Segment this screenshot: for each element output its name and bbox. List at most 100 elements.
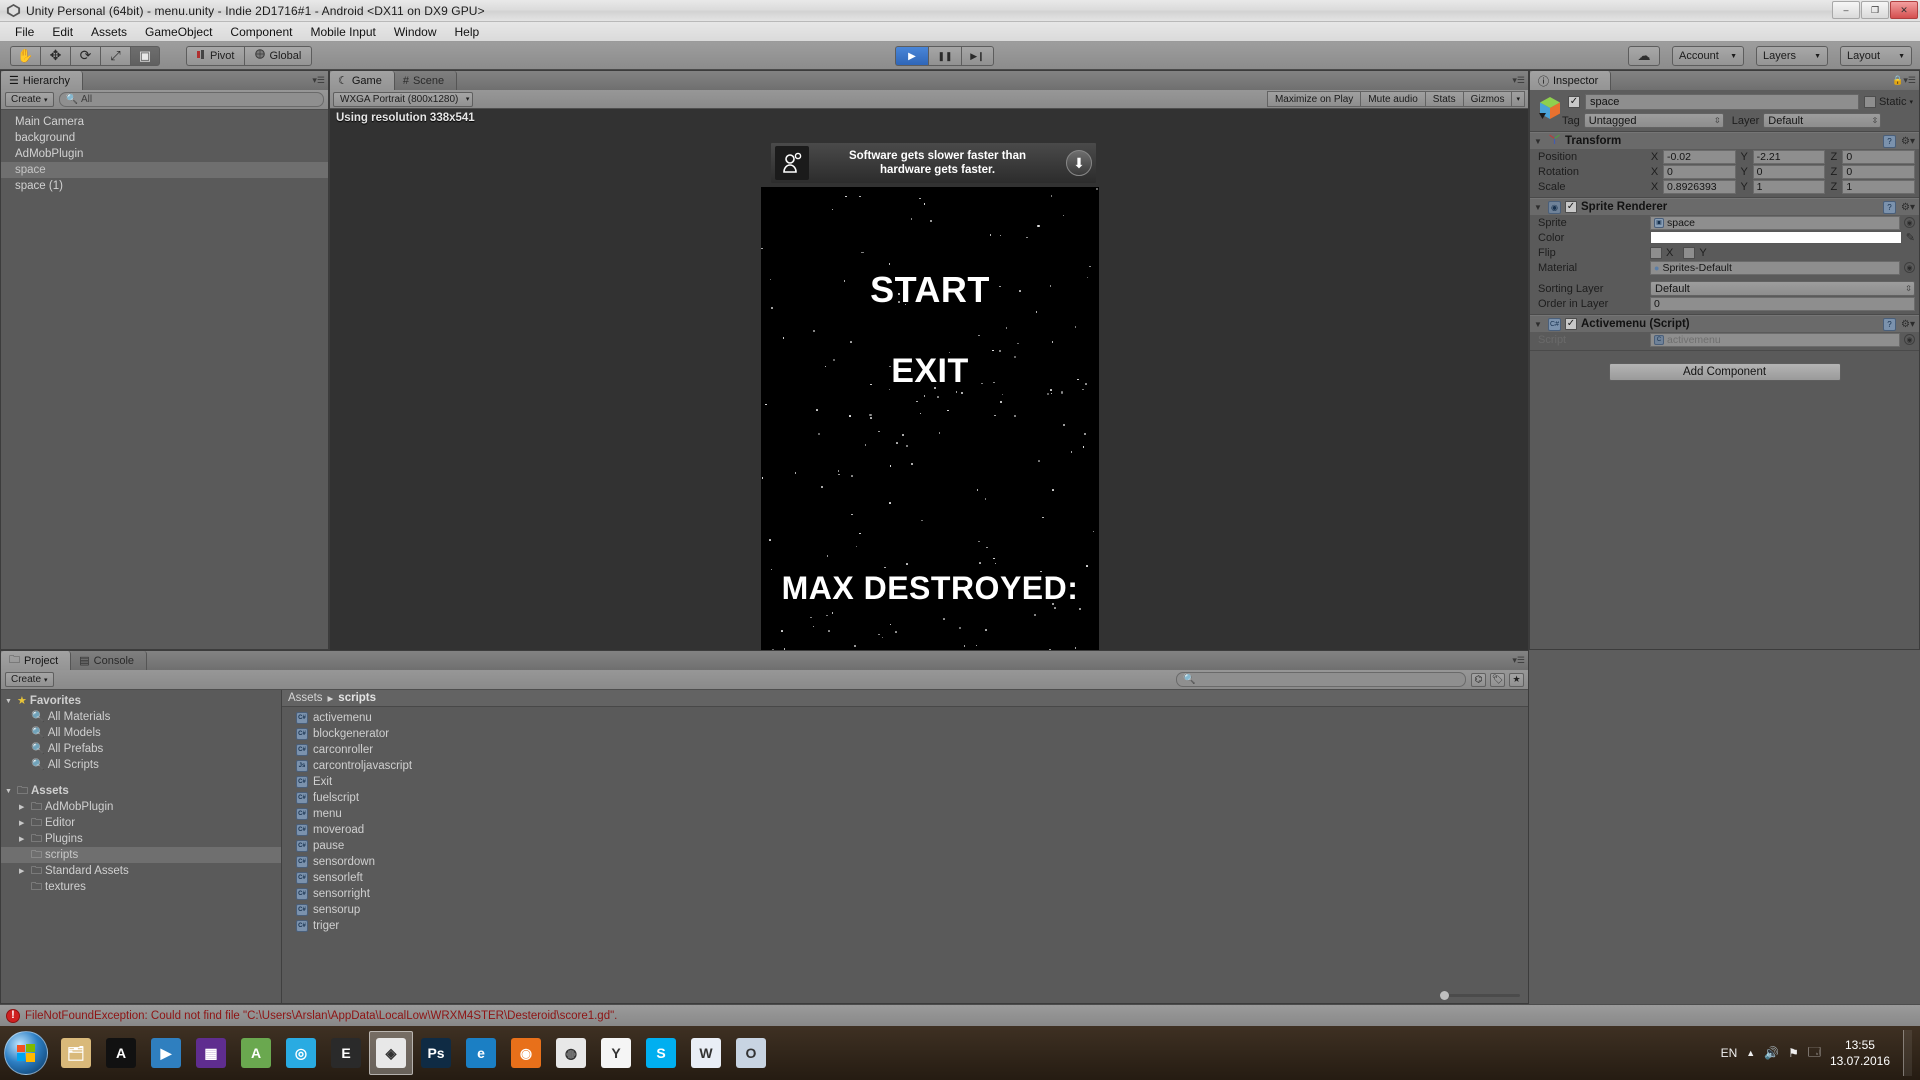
collapse-triangle-icon[interactable]: ▼ (5, 698, 14, 705)
project-tree-item-standard-assets[interactable]: ▶🗀Standard Assets (1, 863, 281, 879)
breadcrumb-root[interactable]: Assets (288, 692, 323, 704)
taskbar-app-android-studio[interactable]: A (234, 1031, 278, 1075)
foldout-icon[interactable]: ▼ (1534, 203, 1544, 212)
taskbar-app-photoshop[interactable]: Ps (414, 1031, 458, 1075)
expand-triangle-icon[interactable]: ▶ (19, 803, 28, 811)
taskbar-app-yandex-browser[interactable]: Y (594, 1031, 638, 1075)
add-component-button[interactable]: Add Component (1609, 363, 1841, 381)
menu-help[interactable]: Help (446, 23, 489, 41)
help-icon[interactable]: ? (1883, 201, 1896, 214)
scale-x-field[interactable]: 0.8926393 (1663, 180, 1736, 194)
volume-icon[interactable]: 🔊 (1764, 1046, 1779, 1060)
asset-item-sensorleft[interactable]: C#sensorleft (282, 870, 1528, 886)
layers-dropdown[interactable]: Layers ▼ (1756, 46, 1828, 66)
rotation-z-field[interactable]: 0 (1842, 165, 1915, 179)
rotation-x-field[interactable]: 0 (1663, 165, 1736, 179)
project-tree-item-editor[interactable]: ▶🗀Editor (1, 815, 281, 831)
asset-item-carcontroljavascript[interactable]: Jscarcontroljavascript (282, 758, 1528, 774)
taskbar-app-internet-explorer[interactable]: e (459, 1031, 503, 1075)
stats-button[interactable]: Stats (1425, 91, 1463, 107)
asset-item-sensorup[interactable]: C#sensorup (282, 902, 1528, 918)
object-enabled-checkbox[interactable]: ✓ (1568, 96, 1580, 108)
minimize-button[interactable]: – (1832, 1, 1860, 19)
foldout-icon[interactable]: ▼ (1534, 137, 1544, 146)
gear-icon[interactable]: ⚙▾ (1901, 202, 1915, 213)
account-dropdown[interactable]: Account ▼ (1672, 46, 1744, 66)
static-toggle[interactable]: Static ▾ (1864, 96, 1913, 108)
expand-triangle-icon[interactable]: ▶ (19, 835, 28, 843)
taskbar-app-blender[interactable]: ◎ (279, 1031, 323, 1075)
layout-dropdown[interactable]: Layout ▼ (1840, 46, 1912, 66)
tag-dropdown[interactable]: Untagged (1584, 113, 1724, 128)
hierarchy-item-main-camera[interactable]: Main Camera (1, 114, 328, 130)
project-tree-item-scripts[interactable]: 🗀scripts (1, 847, 281, 863)
expand-triangle-icon[interactable]: ▶ (19, 867, 28, 875)
tab-console[interactable]: ▤ Console (71, 651, 147, 670)
hand-tool-button[interactable]: ✋ (10, 46, 40, 66)
rotation-y-field[interactable]: 0 (1753, 165, 1826, 179)
filter-label-icon[interactable]: 🏷 (1490, 673, 1505, 687)
panel-menu-icon[interactable]: ▾☰ (312, 75, 325, 86)
hierarchy-search-input[interactable]: 🔍 All (59, 92, 324, 107)
sprite-renderer-enabled-checkbox[interactable]: ✓ (1565, 201, 1577, 213)
layer-dropdown[interactable]: Default (1763, 113, 1881, 128)
gizmos-button[interactable]: Gizmos (1463, 91, 1512, 107)
move-tool-button[interactable]: ✥ (40, 46, 70, 66)
taskbar-app-word[interactable]: W (684, 1031, 728, 1075)
project-tree-item-admobplugin[interactable]: ▶🗀AdMobPlugin (1, 799, 281, 815)
game-exit-label[interactable]: EXIT (761, 352, 1099, 391)
rotate-tool-button[interactable]: ⟳ (70, 46, 100, 66)
taskbar-app-epic-games[interactable]: E (324, 1031, 368, 1075)
asset-item-exit[interactable]: C#Exit (282, 774, 1528, 790)
chevron-down-icon[interactable]: ▾ (1909, 98, 1913, 106)
global-toggle-button[interactable]: Global (244, 46, 312, 66)
taskbar-app-autocad[interactable]: A (99, 1031, 143, 1075)
pause-button[interactable]: ❚❚ (928, 46, 961, 66)
menu-file[interactable]: File (6, 23, 43, 41)
position-y-field[interactable]: -2.21 (1753, 150, 1826, 164)
hierarchy-item-background[interactable]: background (1, 130, 328, 146)
menu-gameobject[interactable]: GameObject (136, 23, 221, 41)
asset-item-fuelscript[interactable]: C#fuelscript (282, 790, 1528, 806)
position-z-field[interactable]: 0 (1842, 150, 1915, 164)
pivot-toggle-button[interactable]: Pivot (186, 46, 244, 66)
game-start-label[interactable]: START (761, 269, 1099, 311)
script-object-field[interactable]: C activemenu (1650, 333, 1900, 347)
sprite-renderer-header[interactable]: ▼ ◉ ✓ Sprite Renderer ? ⚙▾ (1530, 198, 1919, 215)
order-in-layer-field[interactable]: 0 (1650, 297, 1915, 311)
project-create-button[interactable]: Create ▾ (5, 672, 54, 687)
scale-y-field[interactable]: 1 (1753, 180, 1826, 194)
maximize-button[interactable]: ❐ (1861, 1, 1889, 19)
project-tree-item-all-materials[interactable]: 🔍All Materials (1, 709, 281, 725)
project-tree-item-plugins[interactable]: ▶🗀Plugins (1, 831, 281, 847)
material-object-field[interactable]: ● Sprites-Default (1650, 261, 1900, 275)
asset-item-triger[interactable]: C#triger (282, 918, 1528, 934)
show-desktop-button[interactable] (1903, 1030, 1912, 1076)
help-icon[interactable]: ? (1883, 135, 1896, 148)
tab-scene[interactable]: # Scene (395, 71, 457, 90)
project-zoom-slider[interactable] (282, 987, 1528, 1003)
taskbar-app-explorer[interactable]: 🗂 (54, 1031, 98, 1075)
step-button[interactable]: ▶❙ (961, 46, 994, 66)
hierarchy-item-space[interactable]: space (1, 162, 328, 178)
gear-icon[interactable]: ⚙▾ (1901, 136, 1915, 147)
gear-icon[interactable]: ⚙▾ (1901, 319, 1915, 330)
project-tree-item-textures[interactable]: 🗀textures (1, 879, 281, 895)
gizmos-dropdown-arrow[interactable]: ▾ (1511, 91, 1525, 107)
asset-item-carconroller[interactable]: C#carconroller (282, 742, 1528, 758)
rect-tool-button[interactable]: ▣ (130, 46, 160, 66)
activemenu-header[interactable]: ▼ C# ✓ Activemenu (Script) ? ⚙▾ (1530, 315, 1919, 332)
clock[interactable]: 13:55 13.07.2016 (1830, 1037, 1890, 1069)
close-button[interactable]: ✕ (1890, 1, 1918, 19)
slider-track[interactable] (1440, 994, 1520, 997)
play-button[interactable]: ▶ (895, 46, 928, 66)
project-tree-item-all-prefabs[interactable]: 🔍All Prefabs (1, 741, 281, 757)
asset-item-moveroad[interactable]: C#moveroad (282, 822, 1528, 838)
activemenu-enabled-checkbox[interactable]: ✓ (1565, 318, 1577, 330)
asset-item-blockgenerator[interactable]: C#blockgenerator (282, 726, 1528, 742)
sprite-object-field[interactable]: ▣ space (1650, 216, 1900, 230)
ad-download-button[interactable]: ⬇ (1066, 150, 1092, 176)
help-icon[interactable]: ? (1883, 318, 1896, 331)
menu-mobile-input[interactable]: Mobile Input (301, 23, 384, 41)
hierarchy-create-button[interactable]: Create ▾ (5, 92, 54, 107)
